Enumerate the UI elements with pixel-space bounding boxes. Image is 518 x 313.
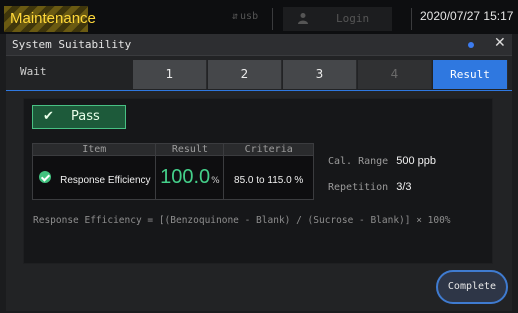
- check-icon: ✔: [43, 109, 54, 124]
- pass-label: Pass: [71, 109, 100, 124]
- cal-range-value: 500 ppb: [396, 155, 436, 167]
- usb-indicator: ⇵ usb: [232, 11, 258, 22]
- criteria-value: 85.0 to 115.0 %: [234, 175, 304, 186]
- item-name: Response Efficiency: [60, 175, 151, 186]
- tab-result[interactable]: Result: [433, 60, 508, 89]
- wait-label: Wait: [20, 65, 47, 78]
- datetime: 2020/07/27 15:17: [420, 9, 514, 23]
- login-button[interactable]: Login: [283, 7, 392, 31]
- result-table: Item Result Criteria Response Efficiency…: [31, 143, 314, 200]
- usb-icon: ⇵: [232, 11, 239, 22]
- login-label: Login: [336, 12, 370, 25]
- dialog-title: System Suitability: [12, 38, 132, 51]
- tab-step-3[interactable]: 3: [283, 60, 357, 89]
- cal-range: Cal. Range 500 ppb: [328, 155, 436, 167]
- result-cell: 100.0%: [155, 155, 225, 200]
- tab-step-1[interactable]: 1: [133, 60, 207, 89]
- complete-button[interactable]: Complete: [436, 270, 508, 304]
- tab-step-4: 4: [358, 60, 432, 89]
- divider: [411, 8, 412, 30]
- column-header-item: Item: [31, 143, 157, 156]
- usb-label: usb: [240, 11, 259, 22]
- criteria-cell: 85.0 to 115.0 %: [223, 155, 314, 200]
- status-dot-icon: [468, 42, 474, 48]
- result-unit: %: [211, 176, 220, 186]
- table-row: Response Efficiency 100.0% 85.0 to 115.0…: [31, 155, 314, 200]
- maintenance-mode-label: Maintenance: [4, 6, 96, 32]
- pass-badge: ✔ Pass: [32, 105, 126, 129]
- user-icon: [298, 13, 308, 24]
- repetition: Repetition 3/3: [328, 181, 412, 193]
- repetition-value: 3/3: [396, 181, 412, 193]
- efficiency-formula: Response Efficiency = [(Benzoquinone - B…: [33, 215, 451, 226]
- step-tabs: Wait 1 2 3 4 Result: [6, 57, 512, 89]
- column-header-result: Result: [155, 143, 225, 156]
- item-cell: Response Efficiency: [31, 155, 157, 200]
- column-header-criteria: Criteria: [223, 143, 314, 156]
- tab-step-2[interactable]: 2: [208, 60, 282, 89]
- dialog-titlebar: System Suitability ✕: [6, 34, 512, 56]
- repetition-label: Repetition: [328, 182, 389, 193]
- pass-check-icon: [39, 171, 51, 183]
- system-suitability-dialog: System Suitability ✕ Wait 1 2 3 4 Result…: [6, 34, 512, 311]
- result-value: 100.0: [160, 166, 211, 188]
- top-bar: Maintenance ⇵ usb Login 2020/07/27 15:17: [0, 0, 518, 34]
- result-panel: ✔ Pass Item Result Criteria Response Eff…: [23, 98, 493, 264]
- close-icon[interactable]: ✕: [494, 35, 506, 51]
- divider: [272, 8, 273, 30]
- cal-range-label: Cal. Range: [328, 156, 389, 167]
- tab-underline: [6, 90, 512, 91]
